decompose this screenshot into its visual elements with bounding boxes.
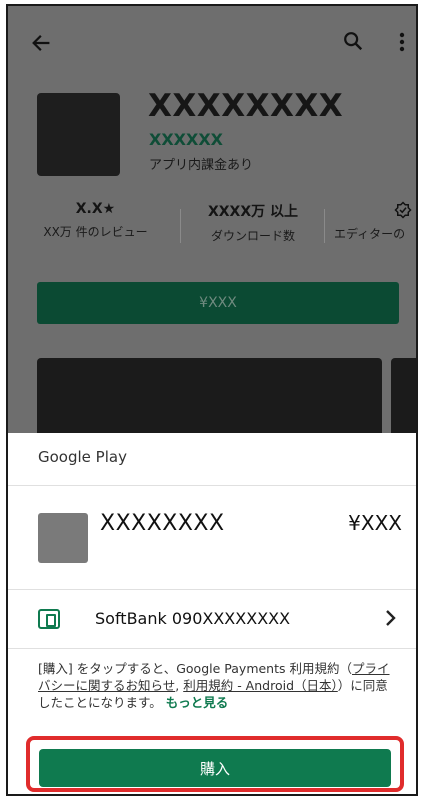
terms-part: [購入] をタップすると、Google Payments 利用規約（	[38, 661, 352, 676]
editors-choice-label: エディターの	[334, 227, 406, 241]
buy-button[interactable]: 購入	[39, 749, 391, 787]
downloads-stat: XXXX万 以上 ダウンロード数	[188, 201, 318, 244]
item-thumbnail	[38, 513, 88, 563]
purchase-item-row: XXXXXXXX ¥XXX	[8, 485, 416, 590]
more-vert-icon[interactable]	[396, 30, 408, 54]
editor-badge-icon	[394, 201, 412, 219]
review-count: XX万 件のレビュー	[43, 225, 148, 239]
android-terms-link[interactable]: 利用規約 - Android（日本）	[183, 678, 338, 693]
phone-bill-icon	[38, 609, 60, 629]
top-app-bar	[8, 6, 416, 82]
chevron-right-icon[interactable]	[384, 608, 398, 628]
app-title: XXXXXXXX	[148, 88, 344, 124]
terms-text: [購入] をタップすると、Google Payments 利用規約（プライバシー…	[38, 660, 400, 711]
see-more-link[interactable]: もっと見る	[166, 695, 229, 710]
item-name: XXXXXXXX	[100, 511, 225, 536]
search-icon[interactable]	[342, 30, 364, 52]
downloads-label: ダウンロード数	[210, 229, 295, 243]
purchase-bottom-sheet: Google Play XXXXXXXX ¥XXX SoftBank 090XX…	[8, 433, 416, 794]
app-stats: X.X★ XX万 件のレビュー XXXX万 以上 ダウンロード数 エディターの	[8, 201, 416, 261]
app-icon	[37, 93, 120, 176]
payment-method-label: SoftBank 090XXXXXXXX	[95, 609, 291, 628]
editors-choice-stat[interactable]: エディターの	[334, 201, 416, 242]
rating-stat[interactable]: X.X★ XX万 件のレビュー	[18, 201, 173, 240]
payment-method-row[interactable]: SoftBank 090XXXXXXXX	[8, 590, 416, 649]
developer-name[interactable]: XXXXXX	[149, 130, 223, 149]
item-price: ¥XXX	[348, 511, 402, 535]
sheet-header: Google Play	[8, 433, 416, 486]
downloads-value: XXXX万 以上	[207, 204, 299, 220]
stat-divider	[180, 209, 181, 243]
google-play-title: Google Play	[38, 448, 127, 466]
rating-value: X.X★	[75, 201, 116, 217]
in-app-purchase-note: アプリ内課金あり	[149, 158, 254, 173]
stat-divider	[324, 209, 325, 243]
price-install-button[interactable]: ¥XXX	[37, 282, 399, 324]
back-arrow-icon[interactable]	[30, 32, 52, 54]
phone-screen: XXXXXXXX XXXXXX アプリ内課金あり X.X★ XX万 件のレビュー…	[6, 4, 418, 796]
